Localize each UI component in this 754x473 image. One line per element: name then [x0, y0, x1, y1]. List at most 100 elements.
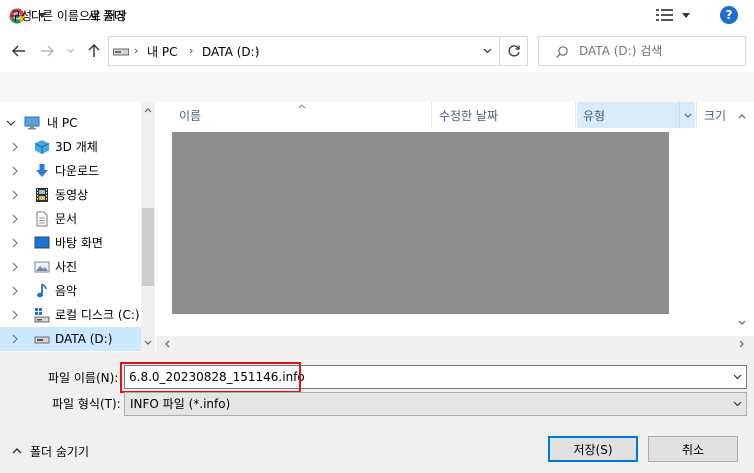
breadcrumb-separator[interactable]: › [255, 44, 259, 57]
filetype-dropdown-button[interactable] [729, 395, 745, 413]
chevron-down-icon [144, 340, 152, 345]
chevron-down-icon [483, 48, 491, 54]
drive-icon [34, 336, 50, 344]
command-toolbar [0, 72, 754, 102]
nav-item-label: 내 PC [47, 116, 78, 130]
scroll-down-button[interactable] [141, 334, 155, 350]
search-input[interactable] [579, 43, 739, 59]
forward-button[interactable] [34, 38, 60, 64]
chevron-down-icon [733, 401, 741, 407]
file-list-scroll-down[interactable] [734, 314, 750, 330]
nav-item-pictures[interactable]: 사진 [0, 255, 141, 279]
column-label: 수정한 날짜 [439, 108, 499, 123]
new-folder-label: 새 폴더 [88, 8, 125, 23]
address-history-dropdown[interactable] [475, 37, 499, 65]
hide-folders-button[interactable]: 폴더 숨기기 [12, 442, 89, 460]
refresh-button[interactable] [499, 37, 528, 65]
chevron-right-icon [12, 166, 18, 176]
caret-down-icon [682, 12, 690, 18]
chevron-down-icon [738, 320, 746, 325]
filetype-label: 파일 형식(T): [52, 397, 121, 411]
recent-locations-button[interactable] [62, 38, 80, 64]
nav-pane-scrollbar[interactable] [141, 102, 155, 352]
search-box[interactable] [538, 36, 746, 66]
chevron-right-icon [12, 334, 18, 344]
organize-label: 구성 [10, 8, 33, 23]
filename-highlight-box [120, 362, 301, 393]
filetype-select[interactable]: INFO 파일 (*.info) [124, 392, 747, 416]
column-label: 이름 [179, 108, 202, 123]
scroll-right-button[interactable] [734, 338, 748, 350]
back-button[interactable] [6, 38, 32, 64]
video-icon [36, 188, 48, 202]
nav-item-label: 음악 [55, 284, 78, 298]
chevron-right-icon [739, 340, 744, 348]
3d-objects-icon [34, 140, 50, 154]
breadcrumb-separator[interactable]: › [189, 44, 193, 57]
nav-item-data-d[interactable]: DATA (D:) [0, 327, 141, 351]
document-icon [36, 211, 48, 227]
scroll-up-button[interactable] [141, 102, 155, 118]
organize-button[interactable]: 구성 [10, 5, 47, 25]
nav-item-music[interactable]: 음악 [0, 279, 141, 303]
redacted-file-area [172, 132, 669, 314]
new-folder-button[interactable]: 새 폴더 [88, 5, 125, 25]
column-filter-dropdown[interactable] [679, 102, 695, 128]
save-options-area: 파일 이름(N): 파일 형식(T): INFO 파일 (*.info) 폴더 … [0, 352, 754, 473]
nav-item-3d-objects[interactable]: 3D 개체 [0, 135, 141, 159]
nav-item-label: 바탕 화면 [55, 236, 103, 250]
view-options-button[interactable] [656, 5, 696, 25]
column-label: 유형 [583, 108, 606, 123]
nav-item-local-disk-c[interactable]: 로컬 디스크 (C:) [0, 303, 141, 327]
search-icon [556, 46, 568, 58]
local-disk-icon [34, 308, 50, 323]
address-bar[interactable]: › 내 PC › DATA (D:) › [108, 36, 528, 66]
nav-item-label: 다운로드 [55, 164, 100, 178]
nav-item-label: 로컬 디스크 (C:) [55, 308, 140, 322]
refresh-icon [508, 45, 520, 57]
chevron-down-icon [684, 113, 691, 118]
scroll-left-button[interactable] [160, 338, 174, 350]
sort-ascending-icon [298, 104, 306, 109]
save-button[interactable]: 저장(S) [548, 436, 638, 462]
arrow-right-icon [41, 45, 54, 57]
cancel-button[interactable]: 취소 [648, 436, 738, 462]
column-header-name[interactable]: 이름 [156, 102, 432, 128]
filename-dropdown-button[interactable] [729, 368, 745, 386]
chevron-up-icon [144, 107, 152, 112]
nav-item-label: 사진 [55, 260, 78, 274]
nav-item-label: 3D 개체 [55, 140, 98, 154]
chevron-right-icon [12, 286, 18, 296]
hide-folders-label: 폴더 숨기기 [30, 444, 90, 459]
help-button[interactable]: ? [720, 6, 738, 24]
up-button[interactable] [82, 38, 106, 64]
arrow-left-icon [12, 45, 25, 57]
caret-down-icon [38, 12, 47, 18]
computer-icon [24, 116, 40, 130]
nav-item-documents[interactable]: 문서 [0, 207, 141, 231]
column-header-date-modified[interactable]: 수정한 날짜 [433, 102, 576, 128]
nav-item-downloads[interactable]: 다운로드 [0, 159, 141, 183]
scrollbar-thumb[interactable] [142, 208, 154, 286]
music-icon [37, 283, 47, 298]
nav-item-label: DATA (D:) [55, 332, 113, 346]
nav-item-label: 문서 [55, 212, 78, 226]
chevron-right-icon [12, 310, 18, 320]
nav-item-label: 동영상 [55, 188, 89, 202]
drive-icon [113, 48, 129, 56]
file-list-horizontal-scrollbar[interactable] [156, 336, 754, 352]
nav-item-my-pc[interactable]: 내 PC [0, 111, 141, 135]
nav-item-desktop[interactable]: 바탕 화면 [0, 231, 141, 255]
desktop-icon [34, 236, 50, 249]
nav-item-videos[interactable]: 동영상 [0, 183, 141, 207]
breadcrumb-separator[interactable]: › [134, 44, 138, 57]
file-list-scroll-up[interactable] [734, 108, 750, 124]
filetype-value: INFO 파일 (*.info) [130, 397, 231, 411]
download-icon [36, 164, 48, 177]
breadcrumb-data-drive[interactable]: DATA (D:) [202, 44, 259, 60]
chevron-down-icon [6, 120, 16, 126]
breadcrumb-my-pc[interactable]: 내 PC [147, 44, 177, 60]
pictures-icon [34, 261, 50, 273]
chevron-right-icon [12, 142, 18, 152]
column-header-type[interactable]: 유형 [577, 102, 695, 128]
